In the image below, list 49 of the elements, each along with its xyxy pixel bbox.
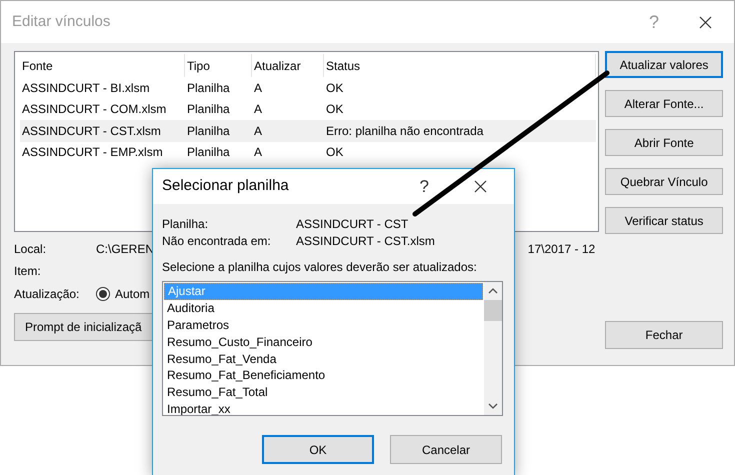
table-cell-text: ASSINDCURT - COM.xlsm bbox=[21, 101, 168, 118]
scrollbar[interactable] bbox=[484, 282, 502, 415]
table-cell-text: Erro: planilha não encontrada bbox=[325, 122, 484, 140]
local-path: 17\2017 - 12 bbox=[528, 240, 596, 258]
close-button[interactable]: Fechar bbox=[605, 321, 723, 349]
table-cell-text: OK bbox=[325, 144, 344, 162]
table-cell-text: Planilha bbox=[186, 101, 231, 118]
table-cell-text: A bbox=[253, 101, 264, 118]
close-icon[interactable] bbox=[474, 180, 487, 193]
table-row[interactable]: ASSINDCURT - CST.xlsm Planilha A Erro: planilha não encontrada bbox=[20, 120, 596, 142]
sheet-item[interactable]: Resumo_Fat_Venda bbox=[164, 350, 483, 367]
table-cell-text: Planilha bbox=[186, 122, 231, 140]
radio-label: Autom bbox=[115, 286, 150, 303]
table-cell-text: ASSINDCURT - BI.xlsm bbox=[21, 80, 151, 97]
table-cell-text: ASSINDCURT - EMP.xlsm bbox=[21, 144, 164, 162]
sheet-item[interactable]: Importar_xx bbox=[164, 400, 483, 415]
sheet-label: Planilha: bbox=[162, 216, 210, 232]
update-label: Atualização: bbox=[14, 286, 80, 303]
sheet-value: ASSINDCURT - CST bbox=[296, 216, 408, 232]
table-cell-text: A bbox=[253, 80, 264, 97]
scroll-down-icon[interactable] bbox=[488, 403, 498, 409]
not-found-value: ASSINDCURT - CST.xlsm bbox=[296, 232, 435, 250]
table-cell-text: A bbox=[253, 122, 264, 140]
table-cell-text: OK bbox=[325, 101, 344, 118]
window-title: Editar vínculos bbox=[12, 12, 110, 32]
sheet-prompt: Selecione a planilha cujos valores deverão ser atualizados: bbox=[162, 259, 478, 276]
sheet-item[interactable]: Resumo_Fat_Beneficiamento bbox=[164, 366, 483, 384]
help-button[interactable]: ? bbox=[420, 174, 429, 200]
radio-button[interactable] bbox=[96, 287, 110, 301]
side-button[interactable]: Alterar Fonte... bbox=[605, 90, 723, 117]
local-label: Local: bbox=[14, 240, 48, 258]
side-button[interactable]: Abrir Fonte bbox=[605, 129, 723, 156]
sheet-item[interactable]: Resumo_Fat_Total bbox=[164, 384, 483, 401]
table-cell-text: OK bbox=[325, 80, 344, 97]
table-cell-text: Planilha bbox=[186, 80, 231, 97]
table-cell-text: A bbox=[253, 144, 264, 162]
close-icon[interactable] bbox=[699, 16, 712, 28]
scroll-up-icon[interactable] bbox=[488, 288, 498, 294]
dialog-button[interactable]: OK bbox=[262, 435, 374, 464]
dialog-title: Selecionar planilha bbox=[162, 176, 289, 196]
dialog-button[interactable]: Cancelar bbox=[390, 435, 502, 464]
table-cell-text: Planilha bbox=[186, 144, 231, 162]
table-cell-text: ASSINDCURT - CST.xlsm bbox=[21, 122, 162, 140]
not-found-label: Não encontrada em: bbox=[162, 232, 272, 250]
scroll-thumb[interactable] bbox=[484, 300, 502, 321]
side-button[interactable]: Quebrar Vínculo bbox=[605, 168, 723, 195]
item-label: Item: bbox=[14, 262, 41, 280]
side-button[interactable]: Verificar status bbox=[605, 207, 723, 234]
side-button[interactable]: Atualizar valores bbox=[605, 51, 723, 78]
